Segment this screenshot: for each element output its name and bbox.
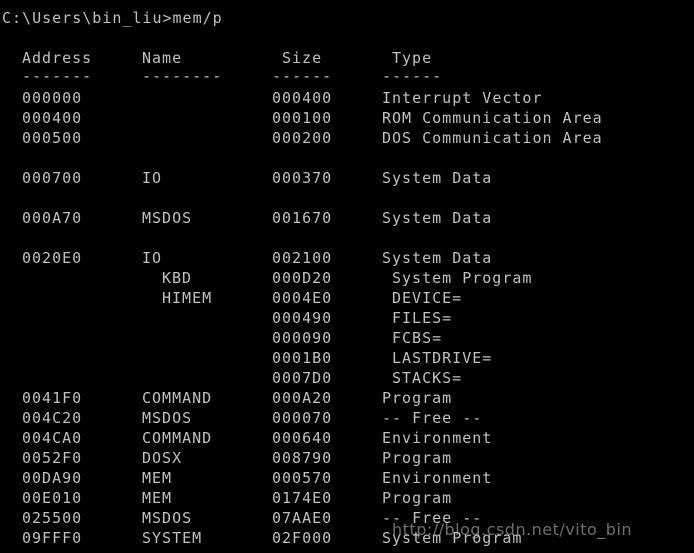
cell-size: 000070 <box>272 409 333 427</box>
cell-size: 0001B0 <box>272 349 333 367</box>
cell-size: 002100 <box>272 249 333 267</box>
cell-type: Program <box>382 489 453 507</box>
underline-address: ------- <box>22 67 93 85</box>
cell-type: System Data <box>382 209 493 227</box>
cell-size: 0004E0 <box>272 289 333 307</box>
cell-type: System Data <box>382 249 493 267</box>
table-row: KBD 000D20 System Program <box>0 268 694 288</box>
cell-subtype: System Program <box>392 269 533 287</box>
cell-address: 00E010 <box>22 489 83 507</box>
cell-name: IO <box>142 169 163 187</box>
cell-type: System Data <box>382 169 493 187</box>
cell-subtype: FILES= <box>392 309 453 327</box>
cell-type: DOS Communication Area <box>382 129 603 147</box>
cell-subname: HIMEM <box>162 289 213 307</box>
cell-address: 000500 <box>22 129 83 147</box>
command-prompt-line: C:\Users\bin_liu>mem/p <box>0 8 694 28</box>
cell-address: 0041F0 <box>22 389 83 407</box>
cell-address: 000700 <box>22 169 83 187</box>
table-header-row: Address Name Size Type <box>0 48 694 68</box>
cell-type: Program <box>382 389 453 407</box>
cell-address: 025500 <box>22 509 83 527</box>
watermark-text: http://blog.csdn.net/vito_bin <box>392 520 633 539</box>
cell-size: 02F000 <box>272 529 333 547</box>
cell-size: 07AAE0 <box>272 509 333 527</box>
cell-address: 004CA0 <box>22 429 83 447</box>
table-row: 000500 000200 DOS Communication Area <box>0 128 694 148</box>
table-row: 00E010 MEM 0174E0 Program <box>0 488 694 508</box>
cell-subtype: LASTDRIVE= <box>392 349 493 367</box>
table-row: 000090 FCBS= <box>0 328 694 348</box>
cell-name: MEM <box>142 489 173 507</box>
cell-size: 000640 <box>272 429 333 447</box>
cell-address: 004C20 <box>22 409 83 427</box>
header-size: Size <box>282 49 323 67</box>
cell-subtype: STACKS= <box>392 369 463 387</box>
cell-type: ROM Communication Area <box>382 109 603 127</box>
header-address: Address <box>22 49 93 67</box>
cell-address: 0052F0 <box>22 449 83 467</box>
cell-size: 000370 <box>272 169 333 187</box>
cell-name: MSDOS <box>142 509 193 527</box>
cell-name: SYSTEM <box>142 529 203 547</box>
header-name: Name <box>142 49 183 67</box>
cell-subtype: DEVICE= <box>392 289 463 307</box>
table-row: 004CA0 COMMAND 000640 Environment <box>0 428 694 448</box>
table-row: 0020E0 IO 002100 System Data <box>0 248 694 268</box>
cell-name: COMMAND <box>142 389 213 407</box>
table-row: 000400 000100 ROM Communication Area <box>0 108 694 128</box>
cell-address: 000000 <box>22 89 83 107</box>
table-row: 000700 IO 000370 System Data <box>0 168 694 188</box>
header-type: Type <box>392 49 433 67</box>
command-prompt: C:\Users\bin_liu>mem/p <box>2 9 223 27</box>
cell-type: Environment <box>382 429 493 447</box>
cell-subname: KBD <box>162 269 193 287</box>
table-row: 0052F0 DOSX 008790 Program <box>0 448 694 468</box>
cell-size: 0174E0 <box>272 489 333 507</box>
cell-size: 000A20 <box>272 389 333 407</box>
table-header-underline: ------- -------- ------ ------ <box>0 66 694 86</box>
table-row: HIMEM 0004E0 DEVICE= <box>0 288 694 308</box>
cell-name: MSDOS <box>142 209 193 227</box>
cell-address: 0020E0 <box>22 249 83 267</box>
cell-address: 09FFF0 <box>22 529 83 547</box>
cell-type: -- Free -- <box>382 409 483 427</box>
cell-size: 000570 <box>272 469 333 487</box>
cell-size: 0007D0 <box>272 369 333 387</box>
cell-address: 00DA90 <box>22 469 83 487</box>
table-row: 000A70 MSDOS 001670 System Data <box>0 208 694 228</box>
table-row: 0001B0 LASTDRIVE= <box>0 348 694 368</box>
table-row: 0007D0 STACKS= <box>0 368 694 388</box>
cell-name: IO <box>142 249 163 267</box>
underline-name: -------- <box>142 67 223 85</box>
cell-size: 000D20 <box>272 269 333 287</box>
cell-address: 000A70 <box>22 209 83 227</box>
cell-type: Interrupt Vector <box>382 89 543 107</box>
table-row: 000490 FILES= <box>0 308 694 328</box>
table-row: 000000 000400 Interrupt Vector <box>0 88 694 108</box>
cell-type: Program <box>382 449 453 467</box>
cell-name: COMMAND <box>142 429 213 447</box>
cell-size: 000400 <box>272 89 333 107</box>
table-row: 0041F0 COMMAND 000A20 Program <box>0 388 694 408</box>
cell-subtype: FCBS= <box>392 329 443 347</box>
cell-size: 000090 <box>272 329 333 347</box>
underline-size: ------ <box>272 67 333 85</box>
cell-type: Environment <box>382 469 493 487</box>
cell-size: 000200 <box>272 129 333 147</box>
table-row: 00DA90 MEM 000570 Environment <box>0 468 694 488</box>
table-row: 004C20 MSDOS 000070 -- Free -- <box>0 408 694 428</box>
cell-name: MSDOS <box>142 409 193 427</box>
console-window[interactable]: C:\Users\bin_liu>mem/p Address Name Size… <box>0 0 694 553</box>
cell-size: 000100 <box>272 109 333 127</box>
cell-address: 000400 <box>22 109 83 127</box>
cell-name: MEM <box>142 469 173 487</box>
cell-size: 000490 <box>272 309 333 327</box>
cell-size: 001670 <box>272 209 333 227</box>
cell-size: 008790 <box>272 449 333 467</box>
cell-name: DOSX <box>142 449 183 467</box>
underline-type: ------ <box>382 67 443 85</box>
